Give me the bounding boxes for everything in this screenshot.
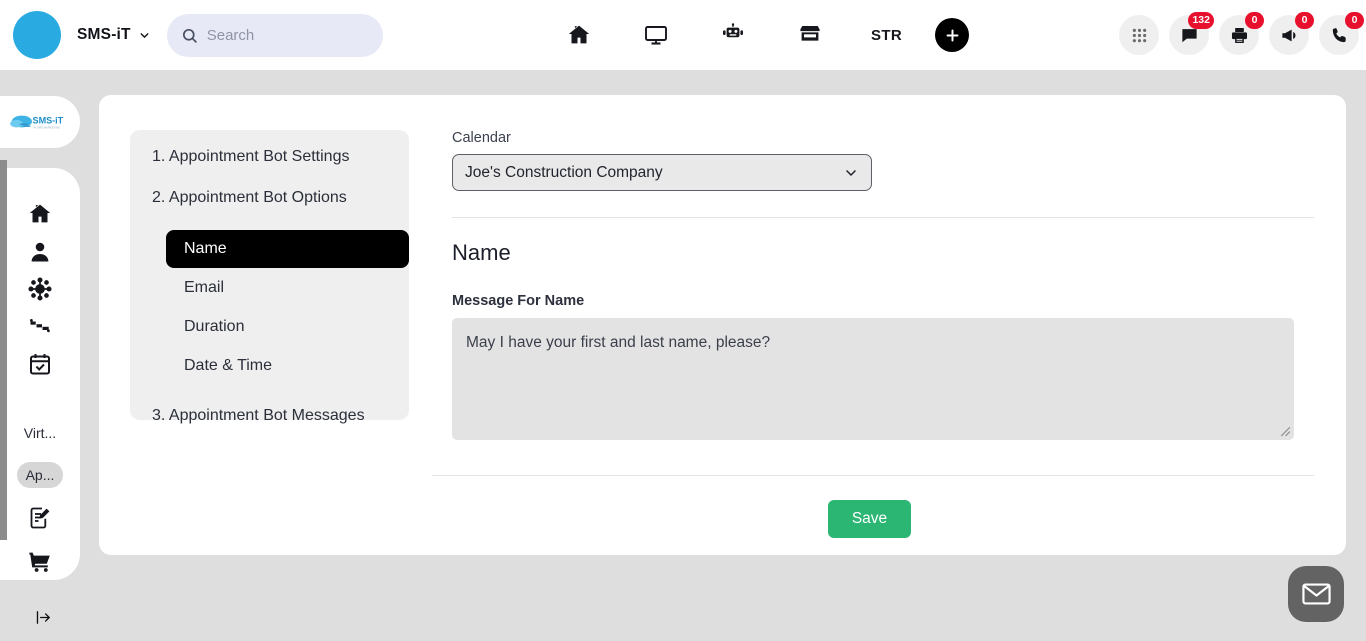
sidebar-item-funnel[interactable] <box>16 308 64 344</box>
sidebar: Virt... Ap... <box>0 168 80 580</box>
add-button[interactable] <box>935 18 969 52</box>
phone-icon <box>1332 27 1346 42</box>
section-divider-bottom <box>432 475 1314 476</box>
nav-store-button[interactable] <box>771 0 848 70</box>
avatar[interactable] <box>13 11 61 59</box>
calendar-check-icon <box>30 353 50 375</box>
search-icon <box>182 28 197 43</box>
apps-grid-icon <box>1132 28 1146 42</box>
appointment-bot-steps-panel: 1. Appointment Bot Settings 2. Appointme… <box>130 130 409 424</box>
print-button[interactable]: 0 <box>1219 12 1264 55</box>
apps-grid-button[interactable] <box>1119 15 1159 55</box>
sidebar-item-virtual[interactable]: Virt... <box>15 420 65 446</box>
network-icon <box>28 277 52 301</box>
sidebar-item-store[interactable] <box>16 544 64 580</box>
calendar-select[interactable]: Joe's Construction Company <box>452 154 872 191</box>
nav-home-button[interactable] <box>540 0 617 70</box>
str-label: STR <box>871 26 902 44</box>
nav-monitor-button[interactable] <box>617 0 694 70</box>
announcements-badge: 0 <box>1295 12 1314 29</box>
sidebar-item-network[interactable] <box>16 271 64 307</box>
mail-fab-button[interactable] <box>1288 566 1344 622</box>
calendar-selected-value: Joe's Construction Company <box>465 163 663 181</box>
sidebar-item-appointment-bot[interactable]: Ap... <box>16 462 64 489</box>
expand-sidebar-icon <box>36 610 50 624</box>
cart-icon <box>29 552 50 572</box>
monitor-icon <box>644 26 667 45</box>
section-divider-top <box>452 217 1314 218</box>
chevron-down-icon <box>846 169 856 176</box>
message-for-name-label: Message For Name <box>452 293 585 309</box>
sidebar-logo: SMS-iT AI SMS MARKETING <box>0 96 80 148</box>
save-button[interactable]: Save <box>828 500 911 538</box>
call-badge: 0 <box>1345 12 1364 29</box>
search-placeholder: Search <box>206 26 255 44</box>
chat-badge: 132 <box>1188 12 1214 29</box>
right-navigation: 132 0 0 0 <box>1119 0 1364 70</box>
step-appointment-bot-messages[interactable]: 3. Appointment Bot Messages <box>130 407 409 425</box>
plus-icon <box>946 29 958 41</box>
search-input[interactable]: Search <box>166 13 383 57</box>
sidebar-item-home[interactable] <box>16 196 64 232</box>
main-content-card: 1. Appointment Bot Settings 2. Appointme… <box>99 95 1346 555</box>
sidebar-collapse-toggle[interactable] <box>28 605 58 629</box>
call-button[interactable]: 0 <box>1319 12 1364 55</box>
store-icon <box>799 26 820 41</box>
document-edit-icon <box>30 507 50 529</box>
announcements-button[interactable]: 0 <box>1269 12 1314 55</box>
megaphone-icon <box>1281 29 1296 41</box>
nav-str-button[interactable]: STR <box>848 0 925 70</box>
step-option-duration[interactable]: Duration <box>166 308 409 346</box>
sidebar-item-forms[interactable] <box>16 500 64 536</box>
calendar-label: Calendar <box>452 130 511 146</box>
step-option-name[interactable]: Name <box>166 230 409 268</box>
step-option-date-time[interactable]: Date & Time <box>166 347 409 385</box>
contacts-icon <box>31 242 49 262</box>
sidebar-item-contacts[interactable] <box>16 233 64 269</box>
nav-bot-button[interactable] <box>694 0 771 70</box>
step-appointment-bot-settings[interactable]: 1. Appointment Bot Settings <box>130 148 409 166</box>
appointment-bot-options-list: Name Email Duration Date & Time <box>130 230 409 385</box>
chat-button[interactable]: 132 <box>1169 12 1214 55</box>
print-badge: 0 <box>1245 12 1264 29</box>
brand-switcher[interactable]: SMS-iT <box>77 26 151 44</box>
brand-name: SMS-iT <box>77 26 131 43</box>
robot-icon <box>722 23 743 38</box>
svg-text:SMS-iT: SMS-iT <box>33 116 64 126</box>
home-icon <box>568 25 589 44</box>
section-title: Name <box>452 240 511 265</box>
chevron-down-icon <box>140 32 149 38</box>
funnel-icon <box>30 319 50 333</box>
top-bar: SMS-iT Search STR 132 0 0 0 <box>0 0 1366 70</box>
mail-icon <box>1301 583 1331 605</box>
sidebar-item-appointments[interactable] <box>16 346 64 382</box>
printer-icon <box>1231 27 1247 43</box>
step-option-email[interactable]: Email <box>166 269 409 307</box>
svg-text:AI SMS MARKETING: AI SMS MARKETING <box>34 125 61 129</box>
page-scrollbar[interactable] <box>0 160 7 540</box>
home-icon <box>29 204 51 223</box>
sms-it-cloud-logo: SMS-iT AI SMS MARKETING <box>10 115 64 129</box>
center-navigation: STR <box>540 0 969 70</box>
step-appointment-bot-options[interactable]: 2. Appointment Bot Options <box>130 189 409 207</box>
message-for-name-input[interactable] <box>452 318 1294 440</box>
appointment-bot-form: Calendar Joe's Construction Company Name… <box>452 130 1314 440</box>
